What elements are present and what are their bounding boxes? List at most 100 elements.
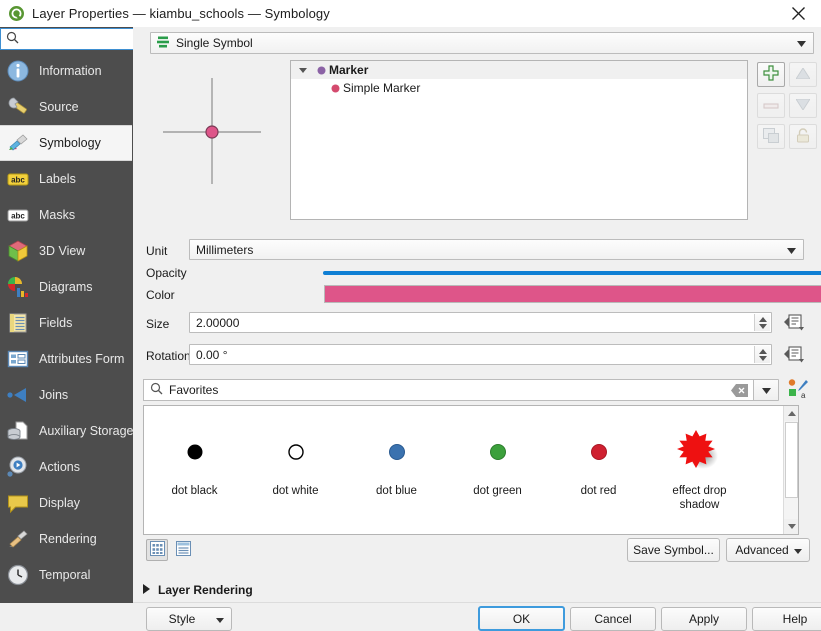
chevron-down-icon[interactable]	[293, 67, 313, 73]
layer-rendering-label: Layer Rendering	[158, 583, 253, 597]
sidebar-item-label: Rendering	[39, 532, 97, 546]
list-view-button[interactable]	[172, 539, 194, 561]
sidebar-item-information[interactable]: Information	[0, 53, 132, 89]
sidebar-item-attributes-form[interactable]: Attributes Form	[0, 341, 132, 377]
symbol-item-dot-blue[interactable]: dot blue	[346, 428, 447, 498]
rotation-spinbox[interactable]: 0.00 °	[189, 344, 772, 365]
duplicate-symbol-layer-button[interactable]	[757, 124, 785, 149]
symbol-search-box[interactable]: Favorites	[143, 379, 765, 401]
unit-value: Millimeters	[196, 242, 254, 257]
move-down-button[interactable]	[789, 93, 817, 118]
color-swatch-button[interactable]	[324, 285, 821, 303]
unit-combo[interactable]: Millimeters	[189, 239, 804, 260]
tree-row[interactable]: Marker	[291, 61, 747, 79]
sidebar-item-diagrams[interactable]: Diagrams	[0, 269, 132, 305]
marker-bullet-icon	[313, 66, 329, 75]
renderer-type-combo[interactable]: Single Symbol	[150, 32, 814, 54]
sidebar-item-symbology[interactable]: Symbology	[0, 125, 132, 161]
grid-view-button[interactable]	[146, 539, 168, 561]
data-defined-override-icon	[783, 313, 805, 334]
apply-button[interactable]: Apply	[661, 607, 747, 631]
clock-icon	[5, 562, 31, 588]
qgis-logo-icon	[8, 5, 25, 22]
symbol-gallery[interactable]: dot black dot white dot blue dot green d…	[143, 405, 799, 535]
close-icon[interactable]	[775, 0, 821, 27]
opacity-label: Opacity	[146, 266, 187, 280]
sidebar-item-label: Source	[39, 100, 79, 114]
opacity-slider-track[interactable]	[323, 271, 821, 275]
add-symbol-layer-button[interactable]	[757, 62, 785, 87]
rotation-stepper[interactable]	[754, 346, 770, 363]
save-symbol-label: Save Symbol...	[633, 543, 714, 557]
sidebar-item-masks[interactable]: abc Masks	[0, 197, 132, 233]
svg-text:abc: abc	[11, 176, 25, 185]
sidebar-item-labels[interactable]: abc Labels	[0, 161, 132, 197]
symbol-item-dot-black[interactable]: dot black	[144, 428, 245, 498]
symbol-group-dropdown-button[interactable]	[753, 379, 779, 401]
help-button[interactable]: Help	[752, 607, 821, 631]
sidebar-item-label: Fields	[39, 316, 73, 330]
scroll-down-icon[interactable]	[784, 519, 798, 534]
size-label: Size	[146, 317, 170, 331]
clear-icon[interactable]	[729, 381, 751, 399]
remove-symbol-layer-button[interactable]	[757, 93, 785, 118]
simple-marker-bullet-icon	[327, 84, 343, 93]
gallery-scrollbar[interactable]	[783, 406, 798, 534]
sidebar-item-temporal[interactable]: Temporal	[0, 557, 132, 593]
search-box[interactable]	[0, 28, 133, 50]
scroll-up-icon[interactable]	[784, 406, 798, 421]
sidebar-item-3d-view[interactable]: 3D View	[0, 233, 132, 269]
move-up-button[interactable]	[789, 62, 817, 87]
sidebar-item-label: Information	[39, 64, 102, 78]
style-manager-icon: a	[787, 378, 809, 403]
symbol-item-dot-white[interactable]: dot white	[245, 428, 346, 498]
sidebar-item-label: Masks	[39, 208, 76, 222]
renderer-type-label: Single Symbol	[176, 36, 253, 50]
sidebar-item-auxiliary-storage[interactable]: Auxiliary Storage	[0, 413, 133, 449]
search-input[interactable]	[23, 30, 133, 48]
main-panel: Single Symbol Marker Simple Marker Unit …	[133, 27, 821, 631]
symbol-item-dot-red[interactable]: dot red	[548, 428, 649, 498]
tree-node-label: Simple Marker	[343, 81, 421, 95]
source-icon	[5, 94, 31, 120]
chevron-down-icon	[794, 543, 802, 557]
symbol-layer-tree[interactable]: Marker Simple Marker	[290, 60, 748, 220]
style-button[interactable]: Style	[146, 607, 232, 631]
cancel-button[interactable]: Cancel	[570, 607, 656, 631]
starburst-icon	[676, 428, 723, 476]
sidebar-item-fields[interactable]: Fields	[0, 305, 132, 341]
rendering-brush-icon	[5, 526, 31, 552]
sidebar-item-label: Auxiliary Storage	[39, 424, 133, 438]
sidebar-item-display[interactable]: Display	[0, 485, 132, 521]
tree-row[interactable]: Simple Marker	[291, 79, 747, 97]
size-data-defined-override-button[interactable]	[781, 312, 807, 334]
gear-play-icon	[5, 454, 31, 480]
symbol-group-label: Favorites	[169, 383, 219, 397]
ok-button[interactable]: OK	[478, 606, 565, 631]
cube-3d-icon	[5, 238, 31, 264]
search-icon	[150, 382, 163, 398]
tree-node-label: Marker	[329, 63, 369, 77]
sidebar-item-actions[interactable]: Actions	[0, 449, 132, 485]
size-spinbox[interactable]: 2.00000	[189, 312, 772, 333]
style-manager-button[interactable]: a	[785, 377, 811, 403]
arrow-down-icon	[795, 98, 811, 113]
size-stepper[interactable]	[754, 314, 770, 331]
save-symbol-button[interactable]: Save Symbol...	[627, 538, 720, 562]
sidebar-item-label: Actions	[39, 460, 80, 474]
labels-abc-icon: abc	[5, 166, 31, 192]
lock-layer-button[interactable]	[789, 124, 817, 149]
speech-bubble-icon	[5, 490, 31, 516]
sidebar-item-rendering[interactable]: Rendering	[0, 521, 132, 557]
sidebar-item-source[interactable]: Source	[0, 89, 132, 125]
layer-rendering-section[interactable]: Layer Rendering	[143, 580, 253, 600]
rotation-data-defined-override-button[interactable]	[781, 344, 807, 366]
symbol-item-effect-drop-shadow[interactable]: effect drop shadow	[649, 428, 750, 512]
symbol-item-dot-green[interactable]: dot green	[447, 428, 548, 498]
scrollbar-thumb[interactable]	[785, 422, 798, 498]
sidebar-item-label: Labels	[39, 172, 76, 186]
advanced-button[interactable]: Advanced	[726, 538, 810, 562]
cancel-label: Cancel	[594, 612, 632, 626]
sidebar-item-joins[interactable]: Joins	[0, 377, 132, 413]
sidebar-item-list: Information Source Symbology abc Labels …	[0, 53, 133, 603]
